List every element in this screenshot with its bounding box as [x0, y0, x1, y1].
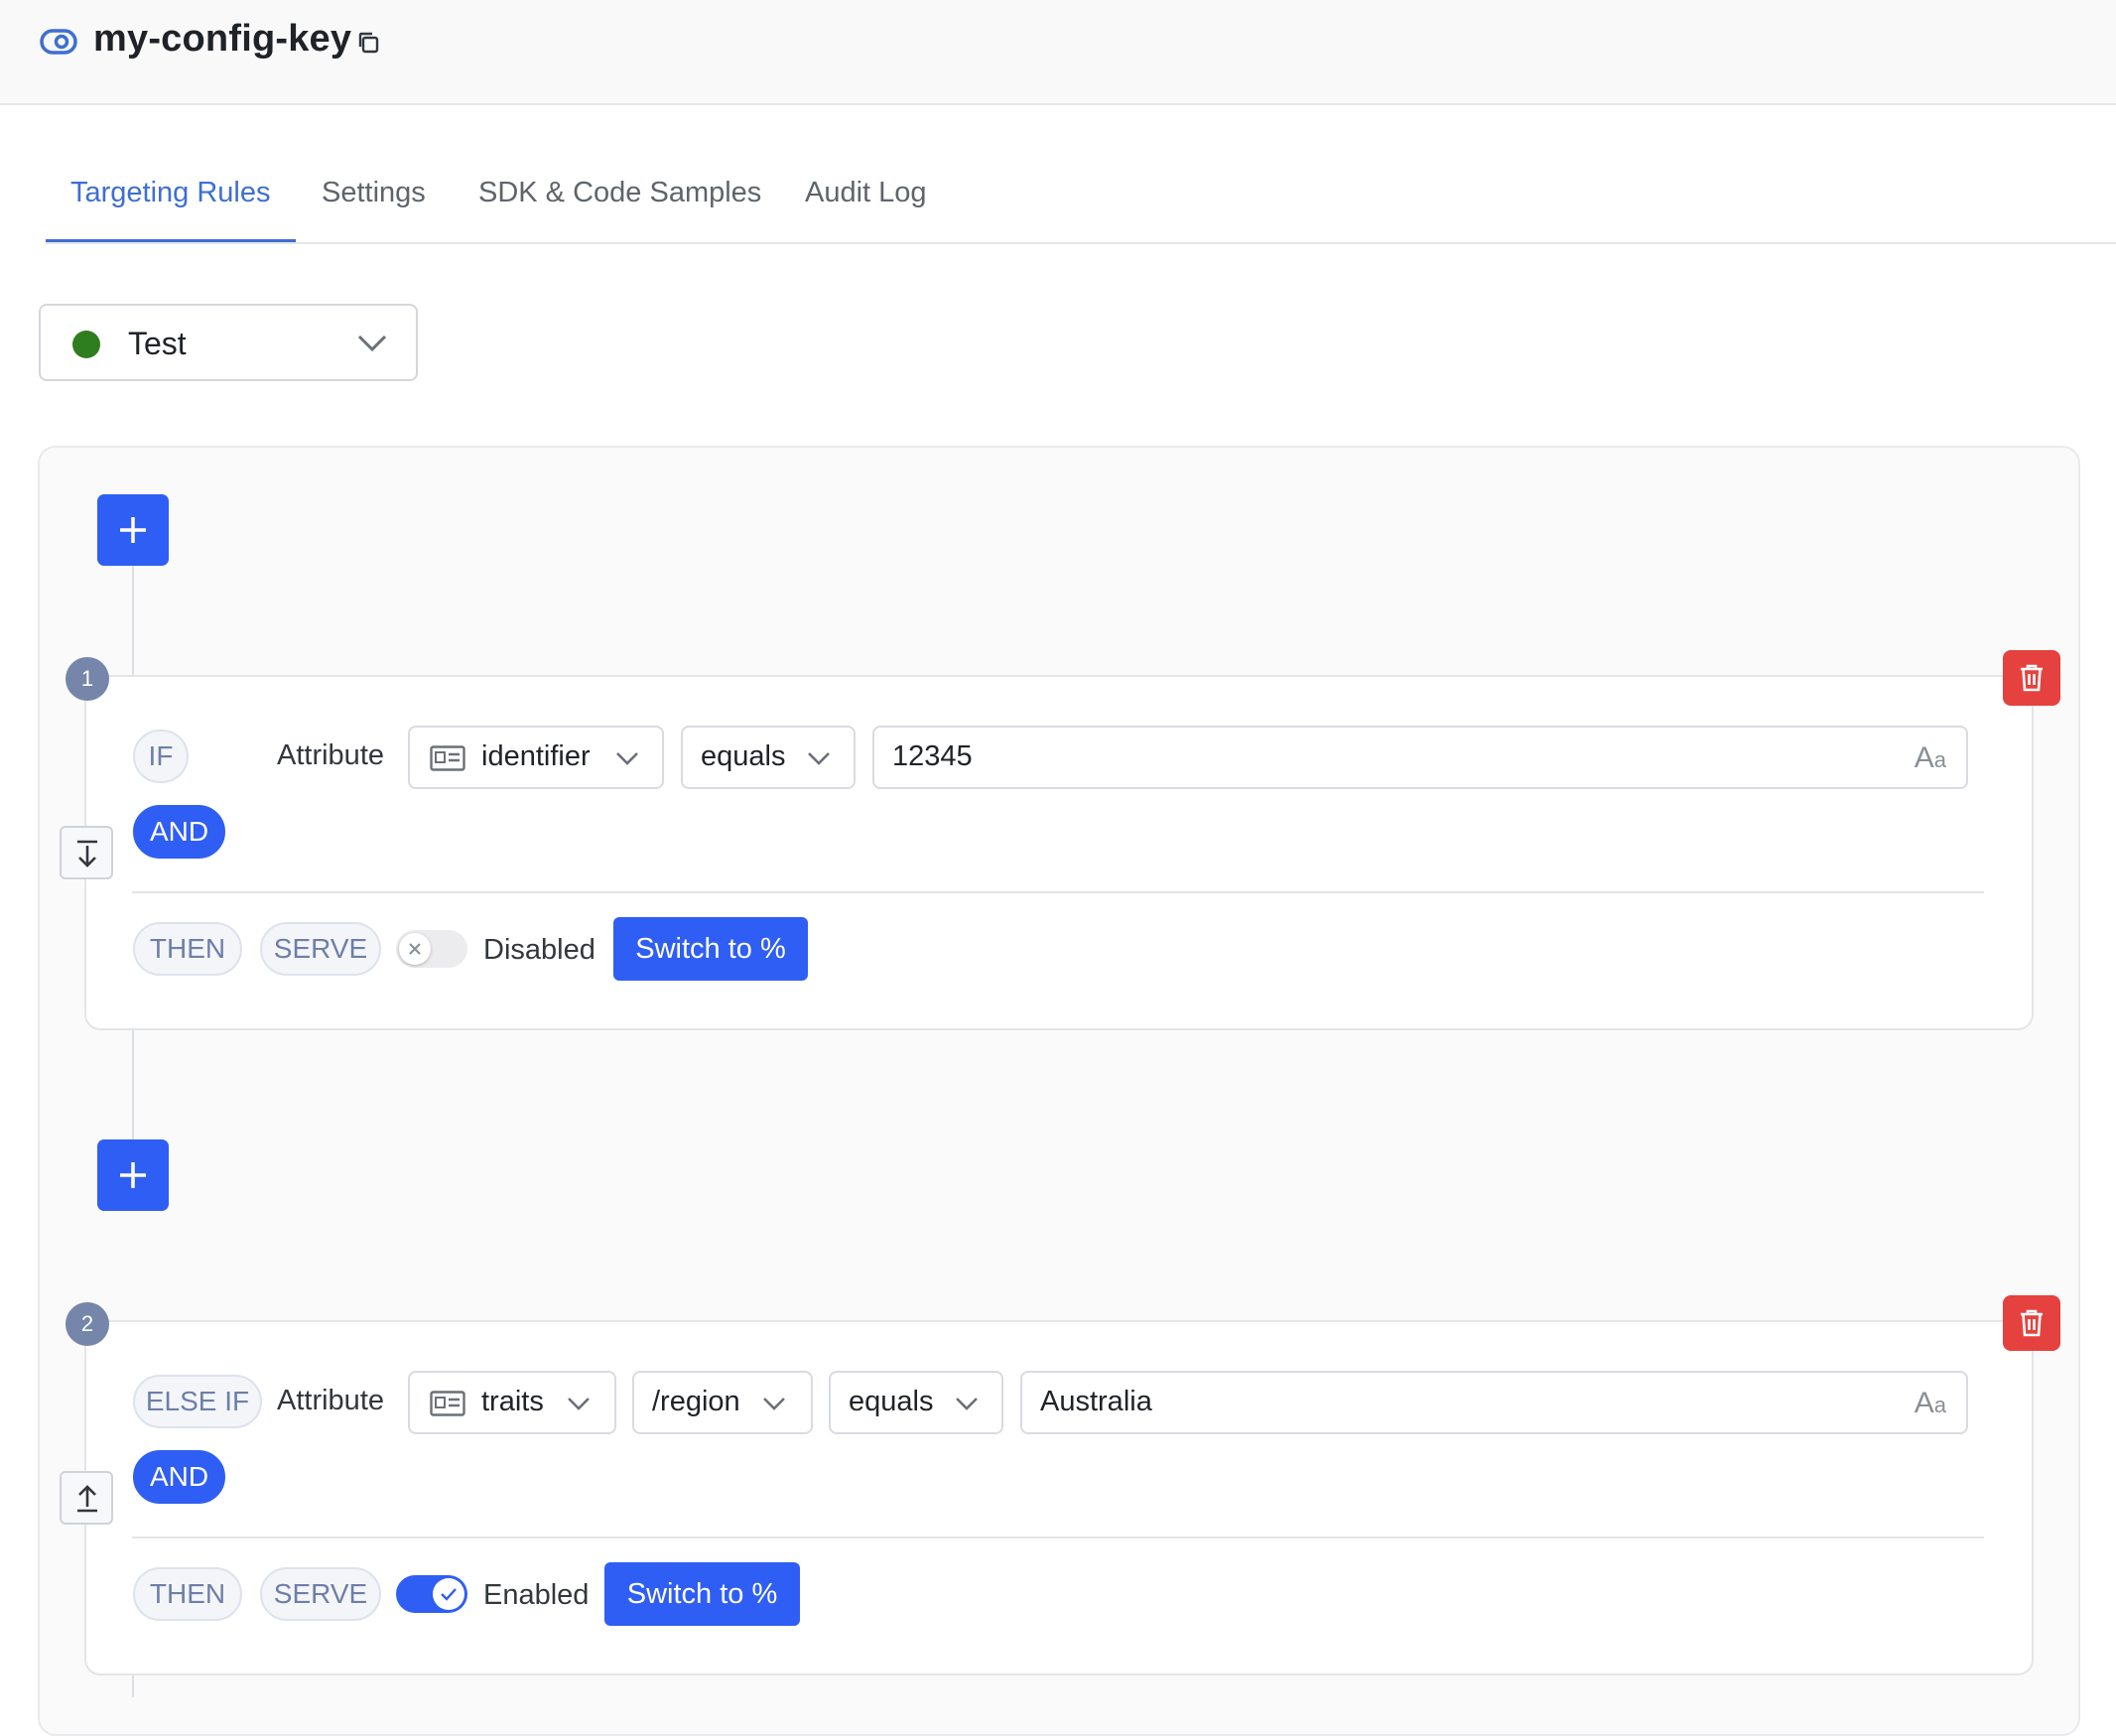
add-rule-button[interactable] [97, 494, 169, 566]
serve-toggle[interactable] [396, 1575, 467, 1613]
if-keyword-pill: IF [133, 730, 189, 783]
tab-targeting-rules[interactable]: Targeting Rules [70, 177, 271, 240]
delete-rule-button[interactable] [2003, 650, 2060, 706]
add-and-condition-button[interactable]: AND [133, 1450, 225, 1504]
toggle-state-label: Disabled [483, 934, 595, 966]
operator-value: equals [701, 740, 786, 772]
plus-icon [120, 1162, 146, 1188]
environment-status-dot [72, 331, 100, 358]
rule-number-badge: 2 [66, 1302, 109, 1346]
toggle-flag-icon [40, 29, 77, 55]
switch-to-percent-button[interactable]: Switch to % [613, 917, 808, 981]
then-keyword-pill: THEN [133, 1567, 242, 1621]
tab-settings[interactable]: Settings [322, 177, 426, 240]
attribute-select[interactable]: identifier [408, 726, 664, 789]
environment-select[interactable]: Test [39, 304, 418, 381]
switch-to-percent-button[interactable]: Switch to % [604, 1562, 800, 1626]
trait-path-select[interactable]: /region [632, 1371, 813, 1434]
arrow-up-to-line-icon [77, 1485, 97, 1513]
add-and-condition-button[interactable]: AND [133, 805, 225, 859]
attribute-value: traits [481, 1386, 544, 1417]
attribute-select[interactable]: traits [408, 1371, 616, 1434]
tab-bar: Targeting Rules Settings SDK & Code Samp… [46, 177, 2116, 244]
divider [132, 1536, 1984, 1538]
operator-value: equals [849, 1386, 934, 1417]
else-if-keyword-pill: ELSE IF [133, 1375, 262, 1428]
divider [132, 891, 1984, 893]
check-icon [441, 1588, 457, 1601]
chevron-down-icon [568, 1398, 590, 1410]
arrow-down-to-line-icon [77, 840, 97, 868]
page-header: my-config-key [0, 0, 2116, 105]
connector-line [132, 1030, 134, 1141]
chevron-down-icon [956, 1398, 978, 1410]
move-rule-down-button[interactable] [60, 826, 113, 879]
copy-icon[interactable] [355, 30, 381, 56]
attribute-label: Attribute [277, 739, 384, 771]
operator-select[interactable]: equals [681, 726, 856, 789]
serve-toggle[interactable] [396, 930, 467, 968]
attribute-label: Attribute [277, 1385, 384, 1416]
add-rule-button[interactable] [97, 1139, 169, 1211]
chevron-down-icon [357, 334, 387, 352]
id-card-icon [430, 1391, 465, 1416]
tab-sdk-code-samples[interactable]: SDK & Code Samples [478, 177, 761, 240]
attribute-value: identifier [481, 740, 591, 772]
then-keyword-pill: THEN [133, 922, 242, 976]
x-icon [409, 943, 421, 955]
page-title: my-config-key [93, 18, 352, 60]
connector-line [132, 1675, 134, 1697]
trash-icon [2021, 1309, 2043, 1337]
string-type-icon: Aa [1914, 1387, 1946, 1419]
move-rule-up-button[interactable] [60, 1471, 113, 1525]
delete-rule-button[interactable] [2003, 1295, 2060, 1351]
chevron-down-icon [808, 752, 830, 765]
value-input[interactable]: 12345 Aa [872, 726, 1968, 789]
chevron-down-icon [763, 1398, 785, 1410]
plus-icon [120, 517, 146, 543]
value-text: Australia [1040, 1386, 1152, 1417]
environment-label: Test [128, 326, 187, 361]
trash-icon [2021, 664, 2043, 692]
serve-keyword-pill: SERVE [260, 922, 381, 976]
operator-select[interactable]: equals [829, 1371, 1003, 1434]
string-type-icon: Aa [1914, 741, 1946, 774]
serve-keyword-pill: SERVE [260, 1567, 381, 1621]
chevron-down-icon [616, 752, 638, 765]
value-text: 12345 [892, 740, 973, 772]
trait-path-value: /region [652, 1386, 740, 1417]
value-input[interactable]: Australia Aa [1020, 1371, 1968, 1434]
id-card-icon [430, 745, 465, 771]
toggle-state-label: Enabled [483, 1579, 590, 1611]
rule-number-badge: 1 [66, 657, 109, 701]
connector-line [132, 566, 134, 677]
active-tab-indicator [46, 239, 296, 242]
tab-audit-log[interactable]: Audit Log [805, 177, 927, 240]
